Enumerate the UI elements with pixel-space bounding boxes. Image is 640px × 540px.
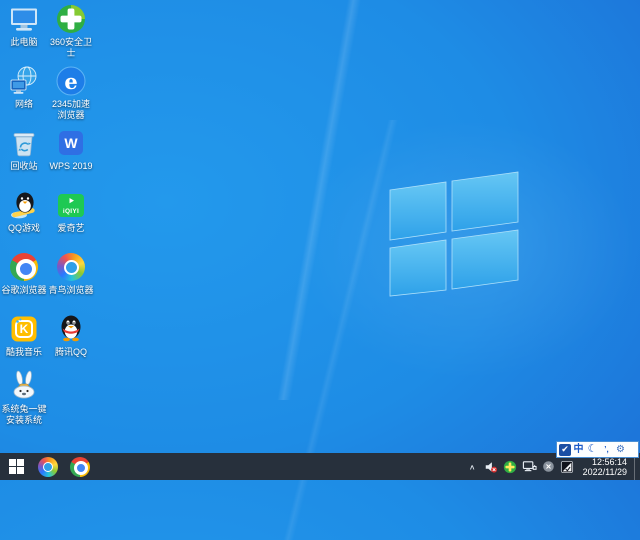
desktop-icon-label: 谷歌浏览器 [1,285,47,295]
qingniao-browser-icon [38,456,58,477]
network-icon [8,65,40,97]
taskbar-pinned-qingniao-browser[interactable] [32,453,64,480]
ime-chinese-mode-icon[interactable]: 中 [572,442,585,457]
desktop-icon-qq-games[interactable]: QQ游戏 [1,189,47,234]
desktop-icon-label: 360安全卫士 [49,37,93,58]
desktop-icon-label: 此电脑 [10,37,38,47]
desktop-icon-label: 回收站 [10,161,38,171]
windows-logo [389,171,519,297]
ime-moon-icon[interactable]: ☾ [586,442,599,457]
desktop-icon-label: 爱奇艺 [57,223,85,233]
360-safe-icon [55,3,87,35]
desktop-icon-wps-2019[interactable]: W WPS 2019 [48,127,94,172]
taskbar-clock[interactable]: 12:56:14 2022/11/29 [579,457,630,477]
2345-browser-icon: e [55,65,87,97]
clock-date: 2022/11/29 [582,466,627,477]
system-rabbit-icon [8,370,40,402]
chrome-icon [70,456,90,477]
desktop-icon-label: 系统兔一键安装系统 [1,404,47,425]
chrome-icon [8,251,40,283]
app-tray-icon[interactable] [560,459,575,475]
taskbar-pinned-chrome[interactable] [64,453,96,480]
desktop-icon-label: 2345加速浏览器 [51,99,91,120]
desktop-icon-360-safe[interactable]: 360安全卫士 [48,3,94,58]
desktop-icon-label: 网络 [14,99,33,109]
desktop-icon-label: QQ游戏 [7,223,40,233]
desktop-icon-google-chrome[interactable]: 谷歌浏览器 [1,251,47,296]
ime-settings-gear-icon[interactable]: ⚙ [614,442,627,457]
this-pc-icon [8,3,40,35]
clock-time: 12:56:14 [591,456,627,467]
network-tray-icon[interactable] [522,459,537,475]
desktop-icon-tencent-qq[interactable]: 腾讯QQ [48,313,94,358]
360-tray-icon[interactable] [503,459,518,475]
recycle-bin-icon [8,127,40,159]
desktop-icon-iqiyi[interactable]: iQIYI 爱奇艺 [48,189,94,234]
desktop-icon-label: 腾讯QQ [54,347,87,357]
desktop-icon-2345-browser[interactable]: e 2345加速浏览器 [48,65,94,120]
desktop-icon-kuwo-music[interactable]: K 酷我音乐 [1,313,47,358]
hidden-icons-chevron[interactable]: ∧ [465,460,480,473]
kuwo-music-icon: K [8,313,40,345]
light-beam [0,0,640,400]
start-button[interactable] [0,453,32,480]
ime-logo-icon[interactable]: ✔ [559,443,571,456]
desktop-icon-label: 酷我音乐 [5,347,42,357]
desktop-icon-recycle-bin[interactable]: 回收站 [1,127,47,172]
desktop-icon-qingniao-browser[interactable]: 青鸟浏览器 [48,251,94,296]
ime-punctuation-icon[interactable]: ’, [600,442,613,457]
desktop-icon-system-rabbit[interactable]: 系统兔一键安装系统 [1,370,47,425]
windows-start-icon [8,459,24,474]
desktop-icon-network[interactable]: 网络 [1,65,47,110]
desktop-icon-label: 青鸟浏览器 [48,285,94,295]
tencent-qq-icon [55,313,87,345]
desktop-icon-this-pc[interactable]: 此电脑 [1,3,47,48]
status-circle-x-icon[interactable] [541,459,556,475]
qingniao-browser-icon [55,251,87,283]
iqiyi-icon: iQIYI [55,189,87,221]
windows-desktop: { "wallpaper": { "base_color": "#1e8ce5"… [0,0,640,540]
wps-2019-icon: W [55,127,87,159]
volume-muted-icon[interactable] [484,459,499,475]
desktop-icon-label: WPS 2019 [49,161,93,171]
ime-toolbar: ✔ 中 ☾ ’, ⚙ [556,441,639,458]
qq-games-icon [8,189,40,221]
taskbar: ∧ 12:56:14 2022/11/29 [0,453,640,480]
